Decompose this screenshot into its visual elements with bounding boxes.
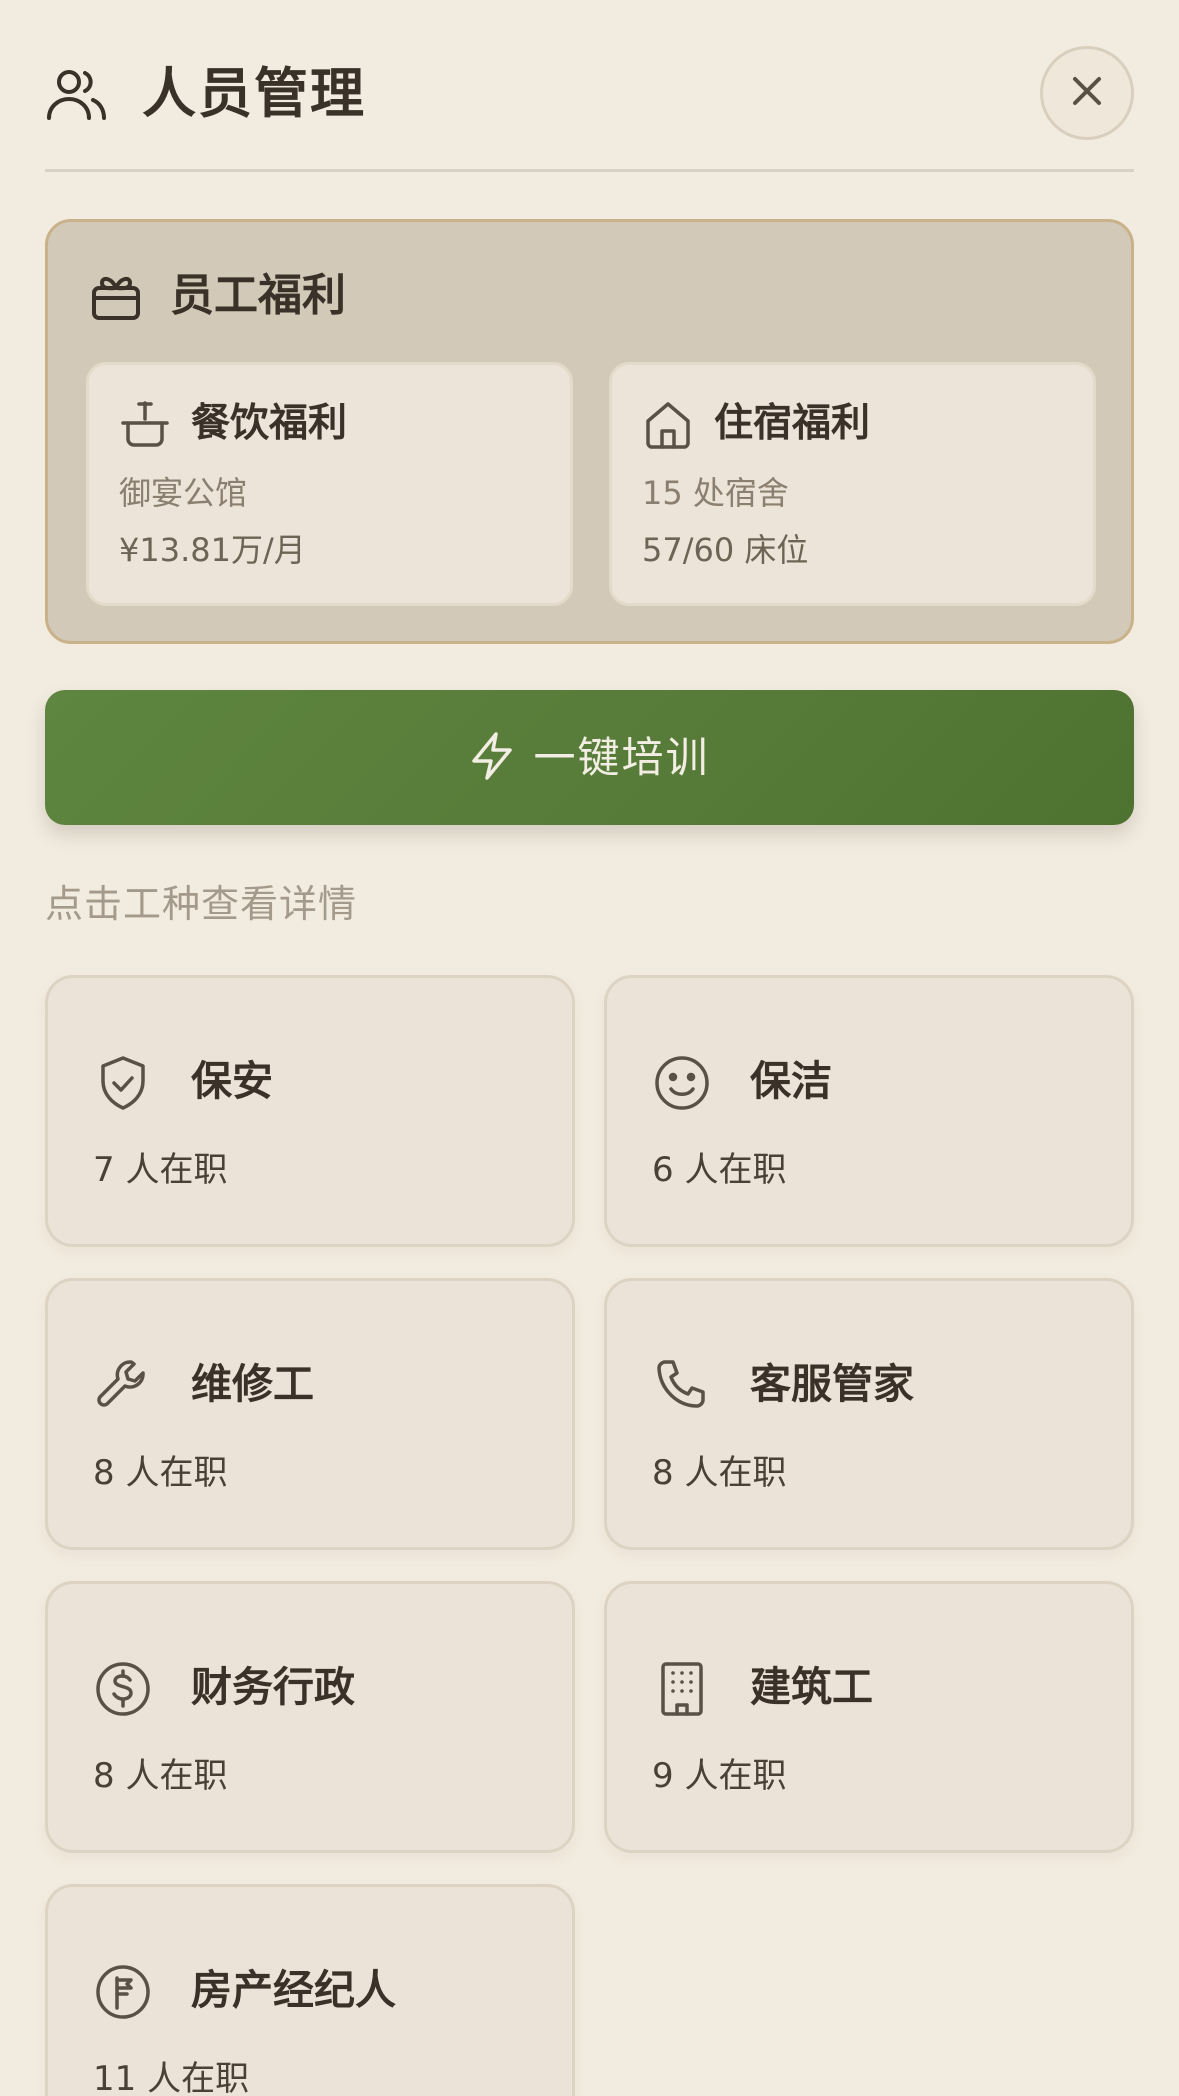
page-title: 人员管理 bbox=[142, 62, 366, 125]
job-staff-count: 6 人在职 bbox=[652, 1150, 787, 1190]
dining-venue: 御宴公馆 bbox=[119, 474, 248, 512]
gift-box-icon bbox=[88, 268, 144, 324]
job-title: 财务行政 bbox=[191, 1663, 355, 1711]
job-title: 客服管家 bbox=[750, 1360, 914, 1408]
training-button-label: 一键培训 bbox=[533, 733, 710, 781]
job-staff-count: 8 人在职 bbox=[93, 1756, 228, 1796]
dining-benefit-title: 餐饮福利 bbox=[191, 401, 348, 446]
close-icon bbox=[1070, 74, 1104, 112]
housing-benefit-title: 住宿福利 bbox=[714, 401, 871, 446]
benefits-title: 员工福利 bbox=[170, 270, 346, 321]
coin-icon bbox=[93, 1659, 153, 1719]
dining-basin-icon bbox=[119, 399, 171, 451]
job-staff-count: 7 人在职 bbox=[93, 1150, 228, 1190]
dining-benefit-card[interactable]: 餐饮福利 御宴公馆 ¥13.81万/月 bbox=[86, 362, 573, 606]
lightning-icon bbox=[469, 731, 515, 784]
job-card-real-estate-agent[interactable]: 房产经纪人 11 人在职 bbox=[45, 1884, 575, 2096]
house-icon bbox=[642, 399, 694, 451]
job-title: 保洁 bbox=[750, 1057, 832, 1105]
job-staff-count: 9 人在职 bbox=[652, 1756, 787, 1796]
staff-management-page: 人员管理 员工福利 餐饮福利 御宴公馆 ¥13.81万/月 住宿福利 15 处宿… bbox=[0, 0, 1179, 2096]
job-type-hint: 点击工种查看详情 bbox=[45, 882, 358, 926]
shield-check-icon bbox=[93, 1053, 153, 1113]
close-button[interactable] bbox=[1040, 46, 1134, 140]
job-staff-count: 11 人在职 bbox=[93, 2059, 250, 2096]
phone-icon bbox=[652, 1356, 712, 1416]
housing-benefit-card[interactable]: 住宿福利 15 处宿舍 57/60 床位 bbox=[609, 362, 1096, 606]
job-title: 房产经纪人 bbox=[191, 1966, 396, 2014]
job-title: 维修工 bbox=[191, 1360, 314, 1408]
job-card-cleaning[interactable]: 保洁 6 人在职 bbox=[604, 975, 1134, 1247]
job-title: 建筑工 bbox=[750, 1663, 873, 1711]
job-card-security[interactable]: 保安 7 人在职 bbox=[45, 975, 575, 1247]
header: 人员管理 bbox=[45, 40, 1134, 172]
wrench-icon bbox=[93, 1356, 153, 1416]
bed-occupancy: 57/60 床位 bbox=[642, 531, 809, 569]
smiley-icon bbox=[652, 1053, 712, 1113]
building-icon bbox=[652, 1659, 712, 1719]
users-icon bbox=[45, 62, 109, 126]
job-card-construction[interactable]: 建筑工 9 人在职 bbox=[604, 1581, 1134, 1853]
job-staff-count: 8 人在职 bbox=[652, 1453, 787, 1493]
one-click-training-button[interactable]: 一键培训 bbox=[45, 690, 1134, 825]
job-title: 保安 bbox=[191, 1057, 273, 1105]
dormitory-count: 15 处宿舍 bbox=[642, 474, 789, 512]
employee-benefits-panel: 员工福利 餐饮福利 御宴公馆 ¥13.81万/月 住宿福利 15 处宿舍 57/… bbox=[45, 219, 1134, 644]
signpost-icon bbox=[93, 1962, 153, 2022]
job-card-customer-service[interactable]: 客服管家 8 人在职 bbox=[604, 1278, 1134, 1550]
dining-cost: ¥13.81万/月 bbox=[119, 531, 306, 569]
job-card-finance-admin[interactable]: 财务行政 8 人在职 bbox=[45, 1581, 575, 1853]
job-card-maintenance[interactable]: 维修工 8 人在职 bbox=[45, 1278, 575, 1550]
job-staff-count: 8 人在职 bbox=[93, 1453, 228, 1493]
